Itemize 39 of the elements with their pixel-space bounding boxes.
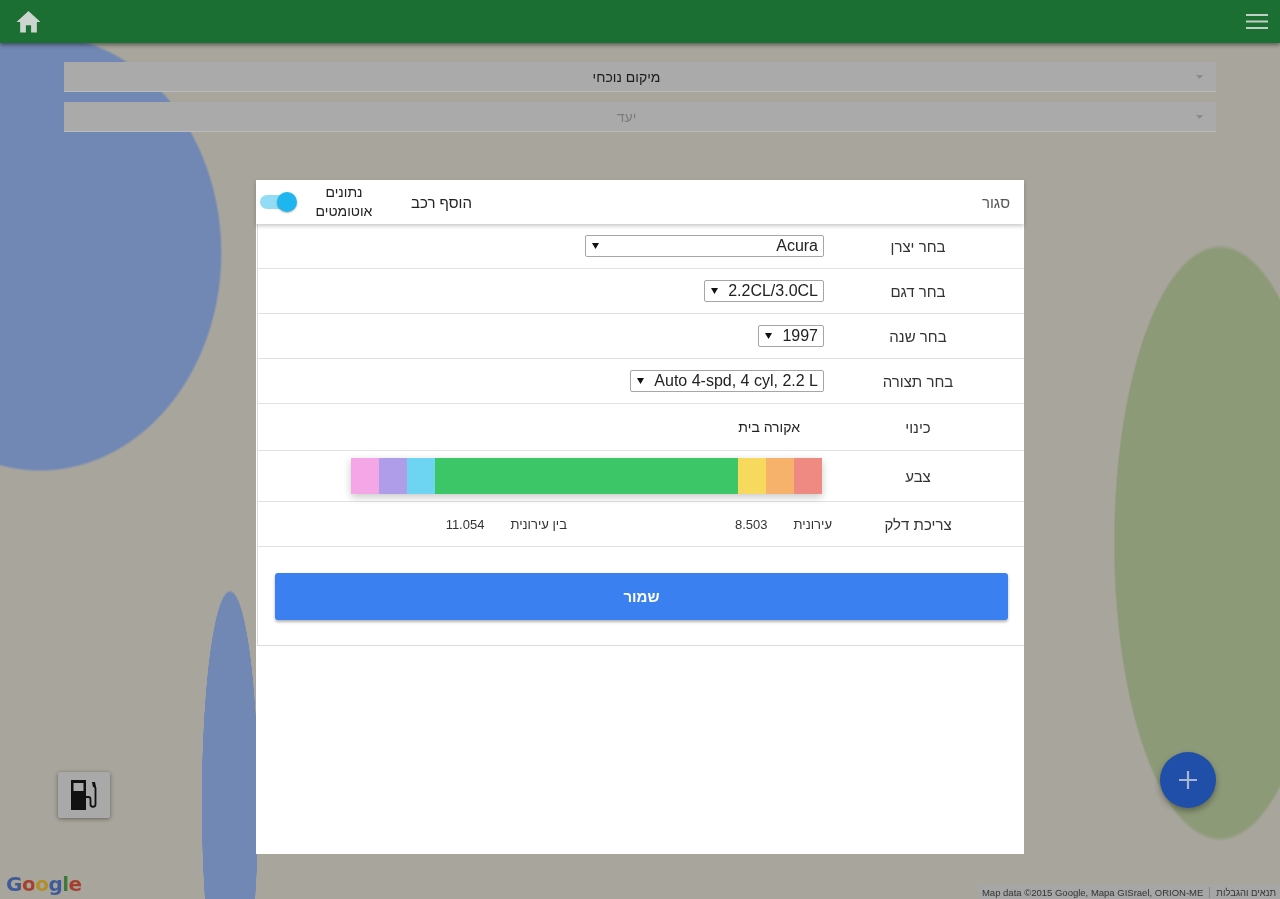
field-label: בחר תצורה: [881, 372, 955, 390]
fuel-value: 8.503: [735, 516, 768, 532]
fuel-type-label: בין עירונית: [510, 516, 567, 532]
map-attribution: Map data ©2015 Google, Mapa GISrael, ORION-ME: [981, 886, 1204, 898]
field-label: בחר דגם: [889, 282, 947, 300]
dropdown-field[interactable]: 1997: [758, 325, 824, 347]
color-swatch-icon[interactable]: [379, 458, 407, 494]
toggle-label: נתונים אוטומטים: [314, 183, 374, 221]
color-swatch-icon[interactable]: [435, 458, 738, 494]
fuel-type-label: עירונית: [793, 516, 832, 532]
caret-icon: [711, 288, 719, 294]
dropdown-field[interactable]: Acura: [585, 235, 824, 257]
fuel-button[interactable]: [58, 772, 110, 818]
dropdown-field[interactable]: 2.2CL/3.0CL: [704, 280, 824, 302]
color-swatch-icon[interactable]: [794, 458, 822, 494]
field-label: בחר שנה: [888, 327, 948, 345]
fuel-pump-icon: [69, 779, 99, 811]
color-swatch-icon[interactable]: [351, 458, 379, 494]
location-field[interactable]: מיקום נוכחי: [64, 62, 1216, 92]
field-label: בחר יצרן: [889, 237, 947, 255]
color-swatch-icon[interactable]: [738, 458, 766, 494]
field-label: צבע: [904, 467, 932, 485]
plus-icon: [1179, 771, 1197, 789]
fuel-value: 11.054: [445, 516, 485, 532]
dialog-title: הוסף רכב: [411, 193, 473, 211]
menu-icon[interactable]: [1246, 14, 1268, 29]
nickname-field[interactable]: אקורה בית: [524, 416, 824, 438]
caret-icon: [637, 378, 645, 384]
color-swatch-icon[interactable]: [766, 458, 794, 494]
terms-link[interactable]: תנאים והגבלות: [1209, 886, 1276, 898]
save-button[interactable]: שמור: [275, 573, 1008, 620]
caret-icon: [765, 333, 773, 339]
field-label: כינוי: [904, 418, 932, 436]
color-swatch-icon[interactable]: [407, 458, 435, 494]
caret-icon: [592, 243, 599, 249]
home-icon[interactable]: [16, 10, 41, 33]
close-button[interactable]: סגור: [981, 193, 1010, 211]
dropdown-field[interactable]: Auto 4-spd, 4 cyl, 2.2 L: [630, 370, 824, 392]
toggle-switch[interactable]: [259, 192, 297, 212]
